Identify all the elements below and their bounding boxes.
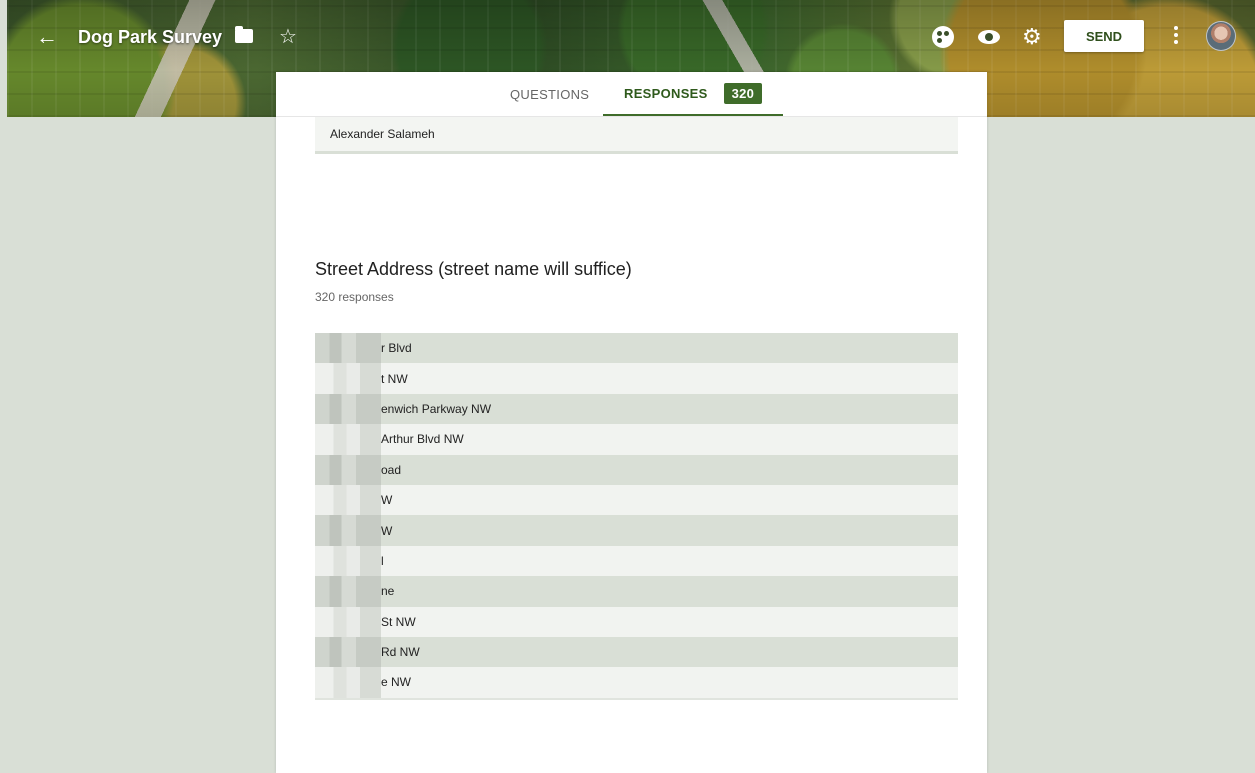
list-item: t NW xyxy=(315,363,958,394)
redacted-block xyxy=(315,606,381,637)
redacted-block xyxy=(315,515,381,546)
list-item: oad xyxy=(315,454,958,485)
list-item: W xyxy=(315,484,958,516)
list-item: enwich Parkway NW xyxy=(315,393,958,425)
redacted-block xyxy=(315,576,381,607)
list-item: St NW xyxy=(315,606,958,637)
response-count: 320 responses xyxy=(315,290,394,304)
redacted-block xyxy=(315,363,381,394)
responses-count-badge: 320 xyxy=(723,82,763,104)
list-item: Arthur Blvd NW xyxy=(315,424,958,455)
list-item: W xyxy=(315,515,958,546)
form-title[interactable]: Dog Park Survey xyxy=(78,26,222,48)
redacted-block xyxy=(315,424,381,455)
redacted-block xyxy=(315,545,381,577)
response-list[interactable]: r Blvd t NW enwich Parkway NW Arthur Blv… xyxy=(315,333,958,700)
form-card: QUESTIONS RESPONSES 320 Alexander Salame… xyxy=(276,72,987,773)
list-item: r Blvd xyxy=(315,333,958,364)
gear-icon[interactable]: ⚙ xyxy=(1022,26,1044,48)
avatar[interactable] xyxy=(1206,21,1236,51)
back-arrow-icon[interactable]: ← xyxy=(36,26,58,48)
tab-responses-label: RESPONSES xyxy=(624,85,708,101)
tab-questions[interactable]: QUESTIONS xyxy=(510,72,589,117)
more-vert-icon[interactable] xyxy=(1170,24,1182,48)
redacted-block xyxy=(315,636,381,668)
list-item: e NW xyxy=(315,667,958,698)
redacted-block xyxy=(315,393,381,425)
send-button[interactable]: SEND xyxy=(1064,20,1144,52)
eye-icon[interactable] xyxy=(978,30,1000,44)
previous-response-item: Alexander Salameh xyxy=(315,117,958,154)
star-icon[interactable]: ☆ xyxy=(279,24,297,49)
list-item: ne xyxy=(315,576,958,607)
previous-response-text: Alexander Salameh xyxy=(330,127,435,141)
palette-icon[interactable] xyxy=(932,26,954,48)
tab-bar: QUESTIONS RESPONSES 320 xyxy=(276,72,987,117)
list-item: l xyxy=(315,545,958,577)
list-item: Rd NW xyxy=(315,636,958,668)
redacted-block xyxy=(315,454,381,485)
question-title: Street Address (street name will suffice… xyxy=(315,259,632,279)
folder-icon[interactable] xyxy=(235,26,253,43)
top-app-bar: ← Dog Park Survey ☆ ⚙ SEND xyxy=(0,0,1255,72)
redacted-block xyxy=(315,333,381,364)
tab-responses[interactable]: RESPONSES 320 xyxy=(603,72,784,116)
redacted-block xyxy=(315,484,381,516)
redacted-block xyxy=(315,667,381,698)
